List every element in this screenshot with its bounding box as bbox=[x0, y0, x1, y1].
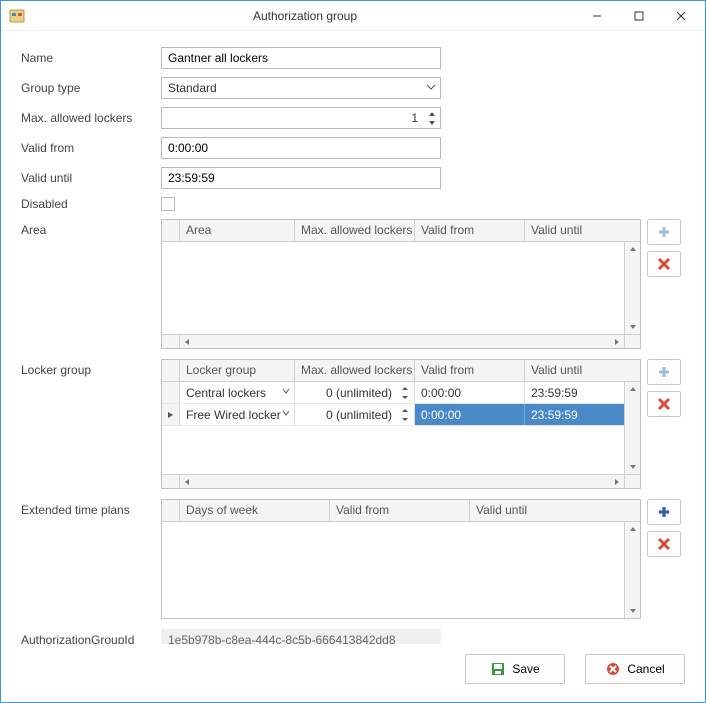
locker-vscroll[interactable] bbox=[624, 382, 640, 474]
timeplan-add-button[interactable] bbox=[647, 499, 681, 525]
spin-up-icon[interactable] bbox=[426, 109, 438, 118]
valid-from-input[interactable] bbox=[161, 137, 441, 159]
scroll-up-icon[interactable] bbox=[625, 382, 640, 396]
area-col-max[interactable]: Max. allowed lockers bbox=[295, 220, 415, 241]
locker-row-max: 0 (unlimited) bbox=[326, 386, 392, 400]
disabled-checkbox[interactable] bbox=[161, 197, 175, 211]
chevron-down-icon bbox=[426, 82, 436, 92]
max-lockers-label: Max. allowed lockers bbox=[21, 111, 161, 125]
area-col-until[interactable]: Valid until bbox=[525, 220, 640, 241]
scroll-right-icon[interactable] bbox=[610, 475, 624, 488]
locker-row-from: 0:00:00 bbox=[421, 386, 461, 400]
timeplan-vscroll[interactable] bbox=[624, 522, 640, 618]
locker-grid[interactable]: Locker group Max. allowed lockers Valid … bbox=[161, 359, 641, 489]
area-col-area[interactable]: Area bbox=[180, 220, 295, 241]
locker-add-button[interactable] bbox=[647, 359, 681, 385]
locker-row-until: 23:59:59 bbox=[531, 408, 578, 422]
scroll-up-icon[interactable] bbox=[625, 242, 640, 256]
locker-col-max[interactable]: Max. allowed lockers bbox=[295, 360, 415, 381]
spin-down-icon[interactable] bbox=[426, 118, 438, 127]
locker-delete-button[interactable] bbox=[647, 391, 681, 417]
scroll-right-icon[interactable] bbox=[610, 335, 624, 348]
auth-id-label: AuthorizationGroupId bbox=[21, 633, 161, 644]
locker-row-max: 0 (unlimited) bbox=[326, 408, 392, 422]
close-button[interactable] bbox=[661, 4, 701, 28]
auth-id-value: 1e5b978b-c8ea-444c-8c5b-666413842dd8 bbox=[161, 629, 441, 644]
window-title: Authorization group bbox=[33, 9, 577, 23]
chevron-down-icon[interactable] bbox=[282, 409, 290, 417]
locker-row-group: Central lockers bbox=[186, 386, 266, 400]
spin-up-icon[interactable] bbox=[399, 384, 411, 393]
maximize-button[interactable] bbox=[619, 4, 659, 28]
locker-row-from: 0:00:00 bbox=[421, 408, 461, 422]
spin-up-icon[interactable] bbox=[399, 406, 411, 415]
titlebar: Authorization group bbox=[1, 1, 705, 31]
max-lockers-input[interactable]: 1 bbox=[161, 107, 441, 129]
area-section-label: Area bbox=[21, 219, 161, 237]
spin-down-icon[interactable] bbox=[399, 415, 411, 424]
app-icon bbox=[9, 8, 25, 24]
scroll-down-icon[interactable] bbox=[625, 604, 640, 618]
scroll-down-icon[interactable] bbox=[625, 320, 640, 334]
locker-row[interactable]: Central lockers 0 (unlimited) 0:00:0 bbox=[162, 382, 640, 404]
max-lockers-value: 1 bbox=[162, 111, 440, 125]
scroll-up-icon[interactable] bbox=[625, 522, 640, 536]
locker-col-group[interactable]: Locker group bbox=[180, 360, 295, 381]
content-area: Name Group type Standard Max. allowed lo… bbox=[1, 31, 705, 644]
save-button[interactable]: Save bbox=[465, 654, 565, 684]
group-type-value: Standard bbox=[168, 81, 217, 95]
timeplan-col-until[interactable]: Valid until bbox=[470, 500, 640, 521]
area-delete-button[interactable] bbox=[647, 251, 681, 277]
valid-from-label: Valid from bbox=[21, 141, 161, 155]
locker-row-until: 23:59:59 bbox=[531, 386, 578, 400]
locker-col-from[interactable]: Valid from bbox=[415, 360, 525, 381]
group-type-select[interactable]: Standard bbox=[161, 77, 441, 99]
dialog-window: Authorization group Name Group type Stan… bbox=[0, 0, 706, 703]
valid-until-input[interactable] bbox=[161, 167, 441, 189]
area-add-button[interactable] bbox=[647, 219, 681, 245]
name-input[interactable] bbox=[161, 47, 441, 69]
timeplan-delete-button[interactable] bbox=[647, 531, 681, 557]
row-indicator-icon bbox=[162, 404, 180, 425]
group-type-label: Group type bbox=[21, 81, 161, 95]
scroll-down-icon[interactable] bbox=[625, 460, 640, 474]
footer: Save Cancel bbox=[1, 644, 705, 702]
locker-section-label: Locker group bbox=[21, 359, 161, 377]
timeplan-col-days[interactable]: Days of week bbox=[180, 500, 330, 521]
scroll-left-icon[interactable] bbox=[180, 475, 194, 488]
cancel-label: Cancel bbox=[627, 662, 664, 676]
timeplan-section-label: Extended time plans bbox=[21, 499, 161, 517]
timeplan-col-from[interactable]: Valid from bbox=[330, 500, 470, 521]
locker-col-until[interactable]: Valid until bbox=[525, 360, 640, 381]
cancel-button[interactable]: Cancel bbox=[585, 654, 685, 684]
locker-row-group: Free Wired locker bbox=[186, 408, 281, 422]
save-icon bbox=[490, 661, 506, 677]
save-label: Save bbox=[512, 662, 539, 676]
scroll-left-icon[interactable] bbox=[180, 335, 194, 348]
chevron-down-icon[interactable] bbox=[282, 387, 290, 395]
cancel-icon bbox=[605, 661, 621, 677]
disabled-label: Disabled bbox=[21, 197, 161, 211]
timeplan-grid[interactable]: Days of week Valid from Valid until bbox=[161, 499, 641, 619]
valid-until-label: Valid until bbox=[21, 171, 161, 185]
minimize-button[interactable] bbox=[577, 4, 617, 28]
area-vscroll[interactable] bbox=[624, 242, 640, 334]
area-hscroll[interactable] bbox=[180, 334, 624, 348]
locker-row[interactable]: Free Wired locker 0 (unlimited) 0:00 bbox=[162, 404, 640, 426]
name-label: Name bbox=[21, 51, 161, 65]
spin-down-icon[interactable] bbox=[399, 393, 411, 402]
area-col-from[interactable]: Valid from bbox=[415, 220, 525, 241]
locker-hscroll[interactable] bbox=[180, 474, 624, 488]
area-grid[interactable]: Area Max. allowed lockers Valid from Val… bbox=[161, 219, 641, 349]
